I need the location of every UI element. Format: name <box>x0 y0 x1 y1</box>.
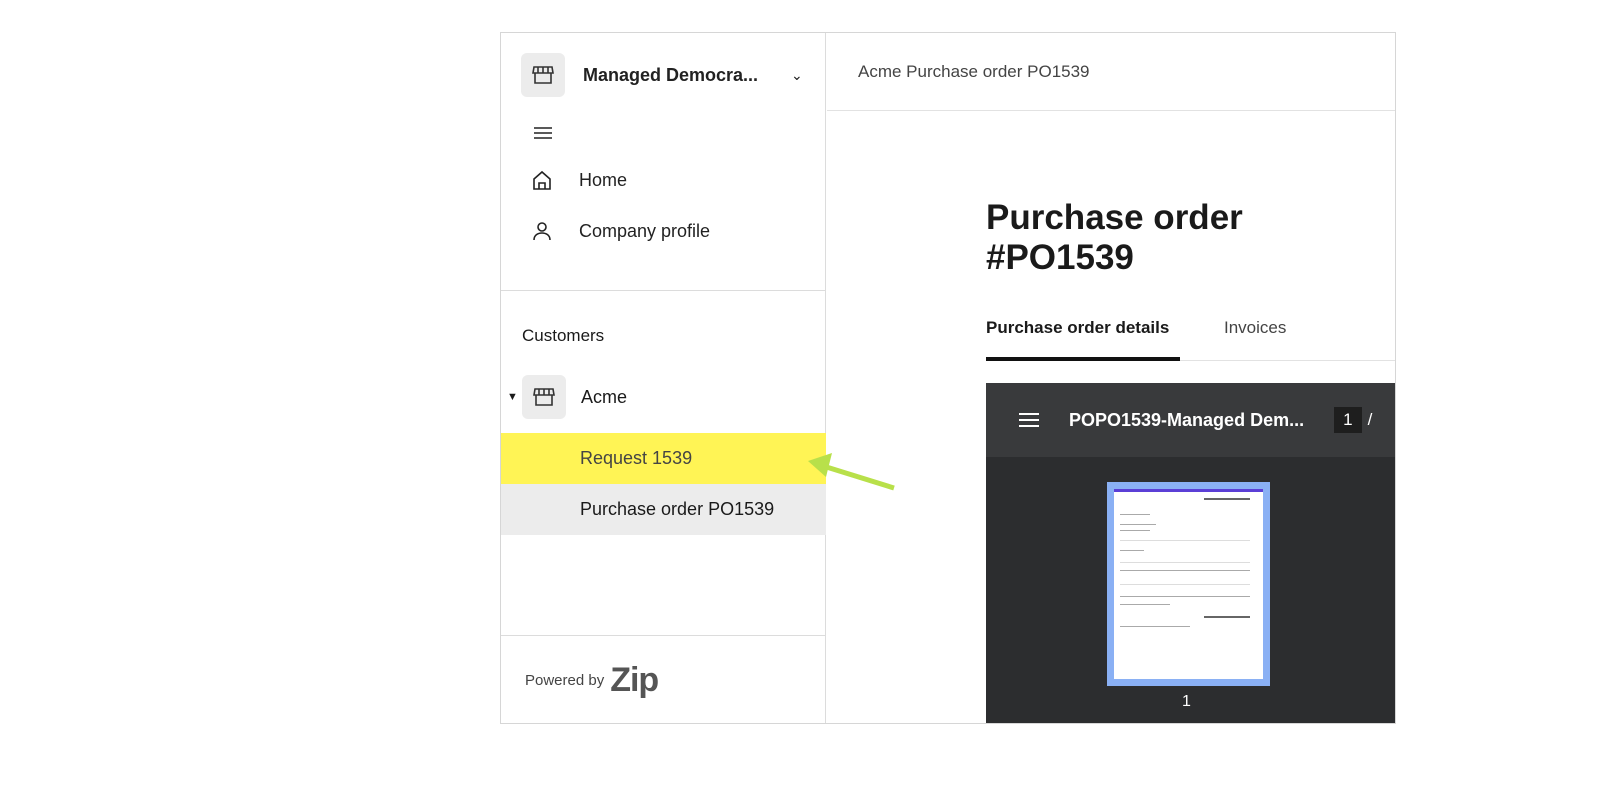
powered-by-label: Powered by <box>525 672 605 689</box>
breadcrumb: Acme Purchase order PO1539 <box>827 33 1395 111</box>
sidebar-item-request[interactable]: Request 1539 <box>501 433 826 484</box>
user-icon <box>533 222 551 241</box>
pdf-file-name: POPO1539-Managed Dem... <box>1069 409 1305 430</box>
thumbnail-page-label: 1 <box>1182 693 1191 710</box>
annotation-arrow-icon <box>808 453 895 491</box>
tabs: Purchase order details Invoices <box>986 318 1395 361</box>
chevron-down-icon: ⌄ <box>791 66 803 83</box>
tab-invoices[interactable]: Invoices <box>1224 318 1286 361</box>
menu-icon[interactable] <box>533 125 553 146</box>
divider <box>501 635 826 636</box>
sidebar-item-home[interactable]: Home <box>531 169 627 191</box>
page-number-input[interactable]: 1 <box>1334 407 1362 433</box>
page-preview <box>1114 489 1263 679</box>
page-title: Purchase order #PO1539 <box>986 198 1243 277</box>
store-icon <box>521 53 565 97</box>
org-name: Managed Democra... <box>583 64 759 85</box>
sidebar-item-label: Company profile <box>579 220 711 241</box>
page-separator: / <box>1367 410 1373 429</box>
pdf-toolbar: POPO1539-Managed Dem... 1 / <box>986 383 1395 457</box>
app-window: Managed Democra... ⌄ Home Company profil… <box>500 32 1396 724</box>
pdf-viewer: POPO1539-Managed Dem... 1 / 1 <box>986 383 1395 723</box>
customer-acme[interactable]: ▼ Acme <box>507 375 627 419</box>
sidebar: Managed Democra... ⌄ Home Company profil… <box>501 33 826 723</box>
home-icon <box>533 170 551 190</box>
powered-by: Powered by Zip <box>525 661 659 700</box>
menu-icon[interactable] <box>1019 412 1039 428</box>
sidebar-item-label: Home <box>579 169 628 190</box>
store-icon <box>522 375 566 419</box>
org-switcher[interactable]: Managed Democra... ⌄ <box>521 53 803 97</box>
tab-purchase-order-details[interactable]: Purchase order details <box>986 318 1180 361</box>
page-thumbnail[interactable] <box>1107 482 1270 686</box>
divider <box>501 290 826 291</box>
customers-label: Customers <box>522 326 605 345</box>
zip-logo: Zip <box>610 661 659 699</box>
sidebar-item-purchase-order[interactable]: Purchase order PO1539 <box>501 484 826 535</box>
customer-name: Acme <box>581 386 628 407</box>
sidebar-item-company-profile[interactable]: Company profile <box>531 220 710 242</box>
caret-down-icon[interactable]: ▼ <box>507 391 522 403</box>
